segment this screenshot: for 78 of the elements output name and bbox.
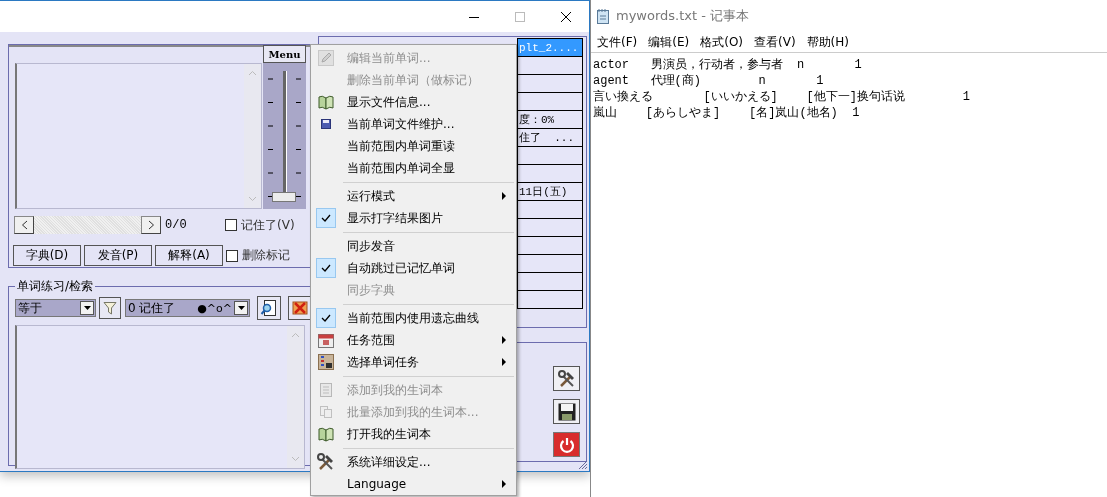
- info-row[interactable]: 住了 ...: [518, 128, 582, 146]
- filter-button[interactable]: [99, 297, 121, 319]
- menu-item[interactable]: 选择单词任务: [311, 351, 516, 373]
- book-icon: [318, 94, 334, 110]
- power-icon: [557, 435, 576, 454]
- action-button[interactable]: 解释(A): [155, 245, 223, 266]
- close-icon[interactable]: [560, 10, 572, 23]
- scrollbar[interactable]: [244, 64, 261, 208]
- scroll-right-icon[interactable]: [147, 220, 155, 230]
- checkbox[interactable]: 记住了(V): [225, 216, 295, 234]
- clear-icon: [292, 300, 308, 316]
- text-line: agent 代理(商) n 1: [593, 73, 825, 89]
- menu-item[interactable]: 自动跳过已记忆单词: [311, 257, 516, 279]
- copy-icon: [319, 405, 333, 419]
- slider-thumb[interactable]: [272, 192, 296, 202]
- text-line: 言い換える [いいかえる] [他下一]换句话说 1: [593, 89, 971, 105]
- page-counter: 0/0: [165, 218, 188, 232]
- calendar-icon: [318, 332, 334, 348]
- power-button[interactable]: [553, 432, 580, 457]
- menu-item[interactable]: 显示打字结果图片: [311, 207, 516, 229]
- scroll-left-icon[interactable]: [20, 220, 28, 230]
- notepad-icon: [596, 8, 610, 24]
- menu-item[interactable]: 编辑(E): [648, 33, 690, 51]
- dropdown-arrow-icon: [237, 306, 245, 310]
- menu-item[interactable]: 当前范围内单词重读: [311, 135, 516, 157]
- save-button[interactable]: [553, 399, 580, 424]
- task-list-icon: [318, 354, 334, 370]
- action-button[interactable]: 发音(P): [84, 245, 152, 266]
- tools-icon: [557, 369, 576, 388]
- book-icon: [318, 426, 334, 442]
- menu-item[interactable]: 当前范围内单词全显: [311, 157, 516, 179]
- menu-item[interactable]: 系统详细设定...: [311, 451, 516, 473]
- dropdown[interactable]: 0 记住了 ●^o^: [125, 299, 250, 317]
- settings-button[interactable]: [553, 366, 580, 391]
- info-text: 度：0%: [518, 113, 555, 127]
- menu-item[interactable]: 当前范围内使用遗忘曲线: [311, 307, 516, 329]
- info-text: 住了 ...: [518, 131, 574, 145]
- menu-button[interactable]: Menu: [263, 45, 306, 63]
- menu-item[interactable]: 查看(V): [754, 33, 796, 51]
- info-text: 11日(五): [518, 185, 568, 199]
- menu-item[interactable]: 任务范围: [311, 329, 516, 351]
- menu-item[interactable]: 显示文件信息...: [311, 91, 516, 113]
- clear-button[interactable]: [288, 296, 312, 320]
- resize-grip-icon[interactable]: [578, 460, 588, 470]
- funnel-icon: [103, 301, 117, 315]
- scroll-up-icon: [248, 70, 257, 76]
- menu-item[interactable]: 运行模式: [311, 185, 516, 207]
- menu-item[interactable]: 当前单词文件维护...: [311, 113, 516, 135]
- action-button[interactable]: 字典(D): [13, 245, 81, 266]
- scroll-down-icon: [248, 196, 257, 202]
- dropdown[interactable]: 等于: [15, 299, 96, 317]
- scroll-down-icon: [291, 456, 300, 462]
- text-line: actor 男演员，行动者，参与者 n 1: [593, 57, 863, 73]
- pencil-icon: [318, 50, 334, 66]
- tools-icon: [317, 453, 335, 471]
- menu-item[interactable]: 帮助(H): [806, 33, 849, 51]
- group-title: 单词练习/检索: [16, 278, 95, 295]
- menu-item[interactable]: 同步发音: [311, 235, 516, 257]
- dropdown-arrow-icon: [83, 306, 91, 310]
- horizontal-scrollbar[interactable]: [14, 216, 161, 234]
- floppy-icon: [557, 402, 576, 421]
- checkbox[interactable]: 删除标记: [226, 247, 290, 264]
- vertical-slider[interactable]: [263, 63, 306, 209]
- text-editor[interactable]: actor 男演员，行动者，参与者 n 1 agent 代理(商) n 1 言い換える [いいかえる] [他下一]换句话说 1 嵐山 [あらしやま] [名]岚山(地名) 1: [591, 52, 1107, 497]
- floppy-icon: [321, 119, 331, 129]
- scroll-up-icon: [291, 332, 300, 338]
- search-button[interactable]: [257, 296, 281, 320]
- menu-item[interactable]: 格式(O): [700, 33, 744, 51]
- menu-item[interactable]: Language: [311, 473, 516, 495]
- scrollbar[interactable]: [287, 326, 304, 468]
- document-icon: [319, 382, 333, 398]
- info-row[interactable]: 度：0%: [518, 110, 582, 128]
- text-line: 嵐山 [あらしやま] [名]岚山(地名) 1: [593, 105, 861, 121]
- menu-item[interactable]: 打开我的生词本: [311, 423, 516, 445]
- window-title: mywords.txt - 记事本: [616, 7, 750, 25]
- menu-item[interactable]: 文件(F): [597, 33, 638, 51]
- search-icon: [260, 299, 278, 317]
- info-row[interactable]: 11日(五): [518, 182, 582, 200]
